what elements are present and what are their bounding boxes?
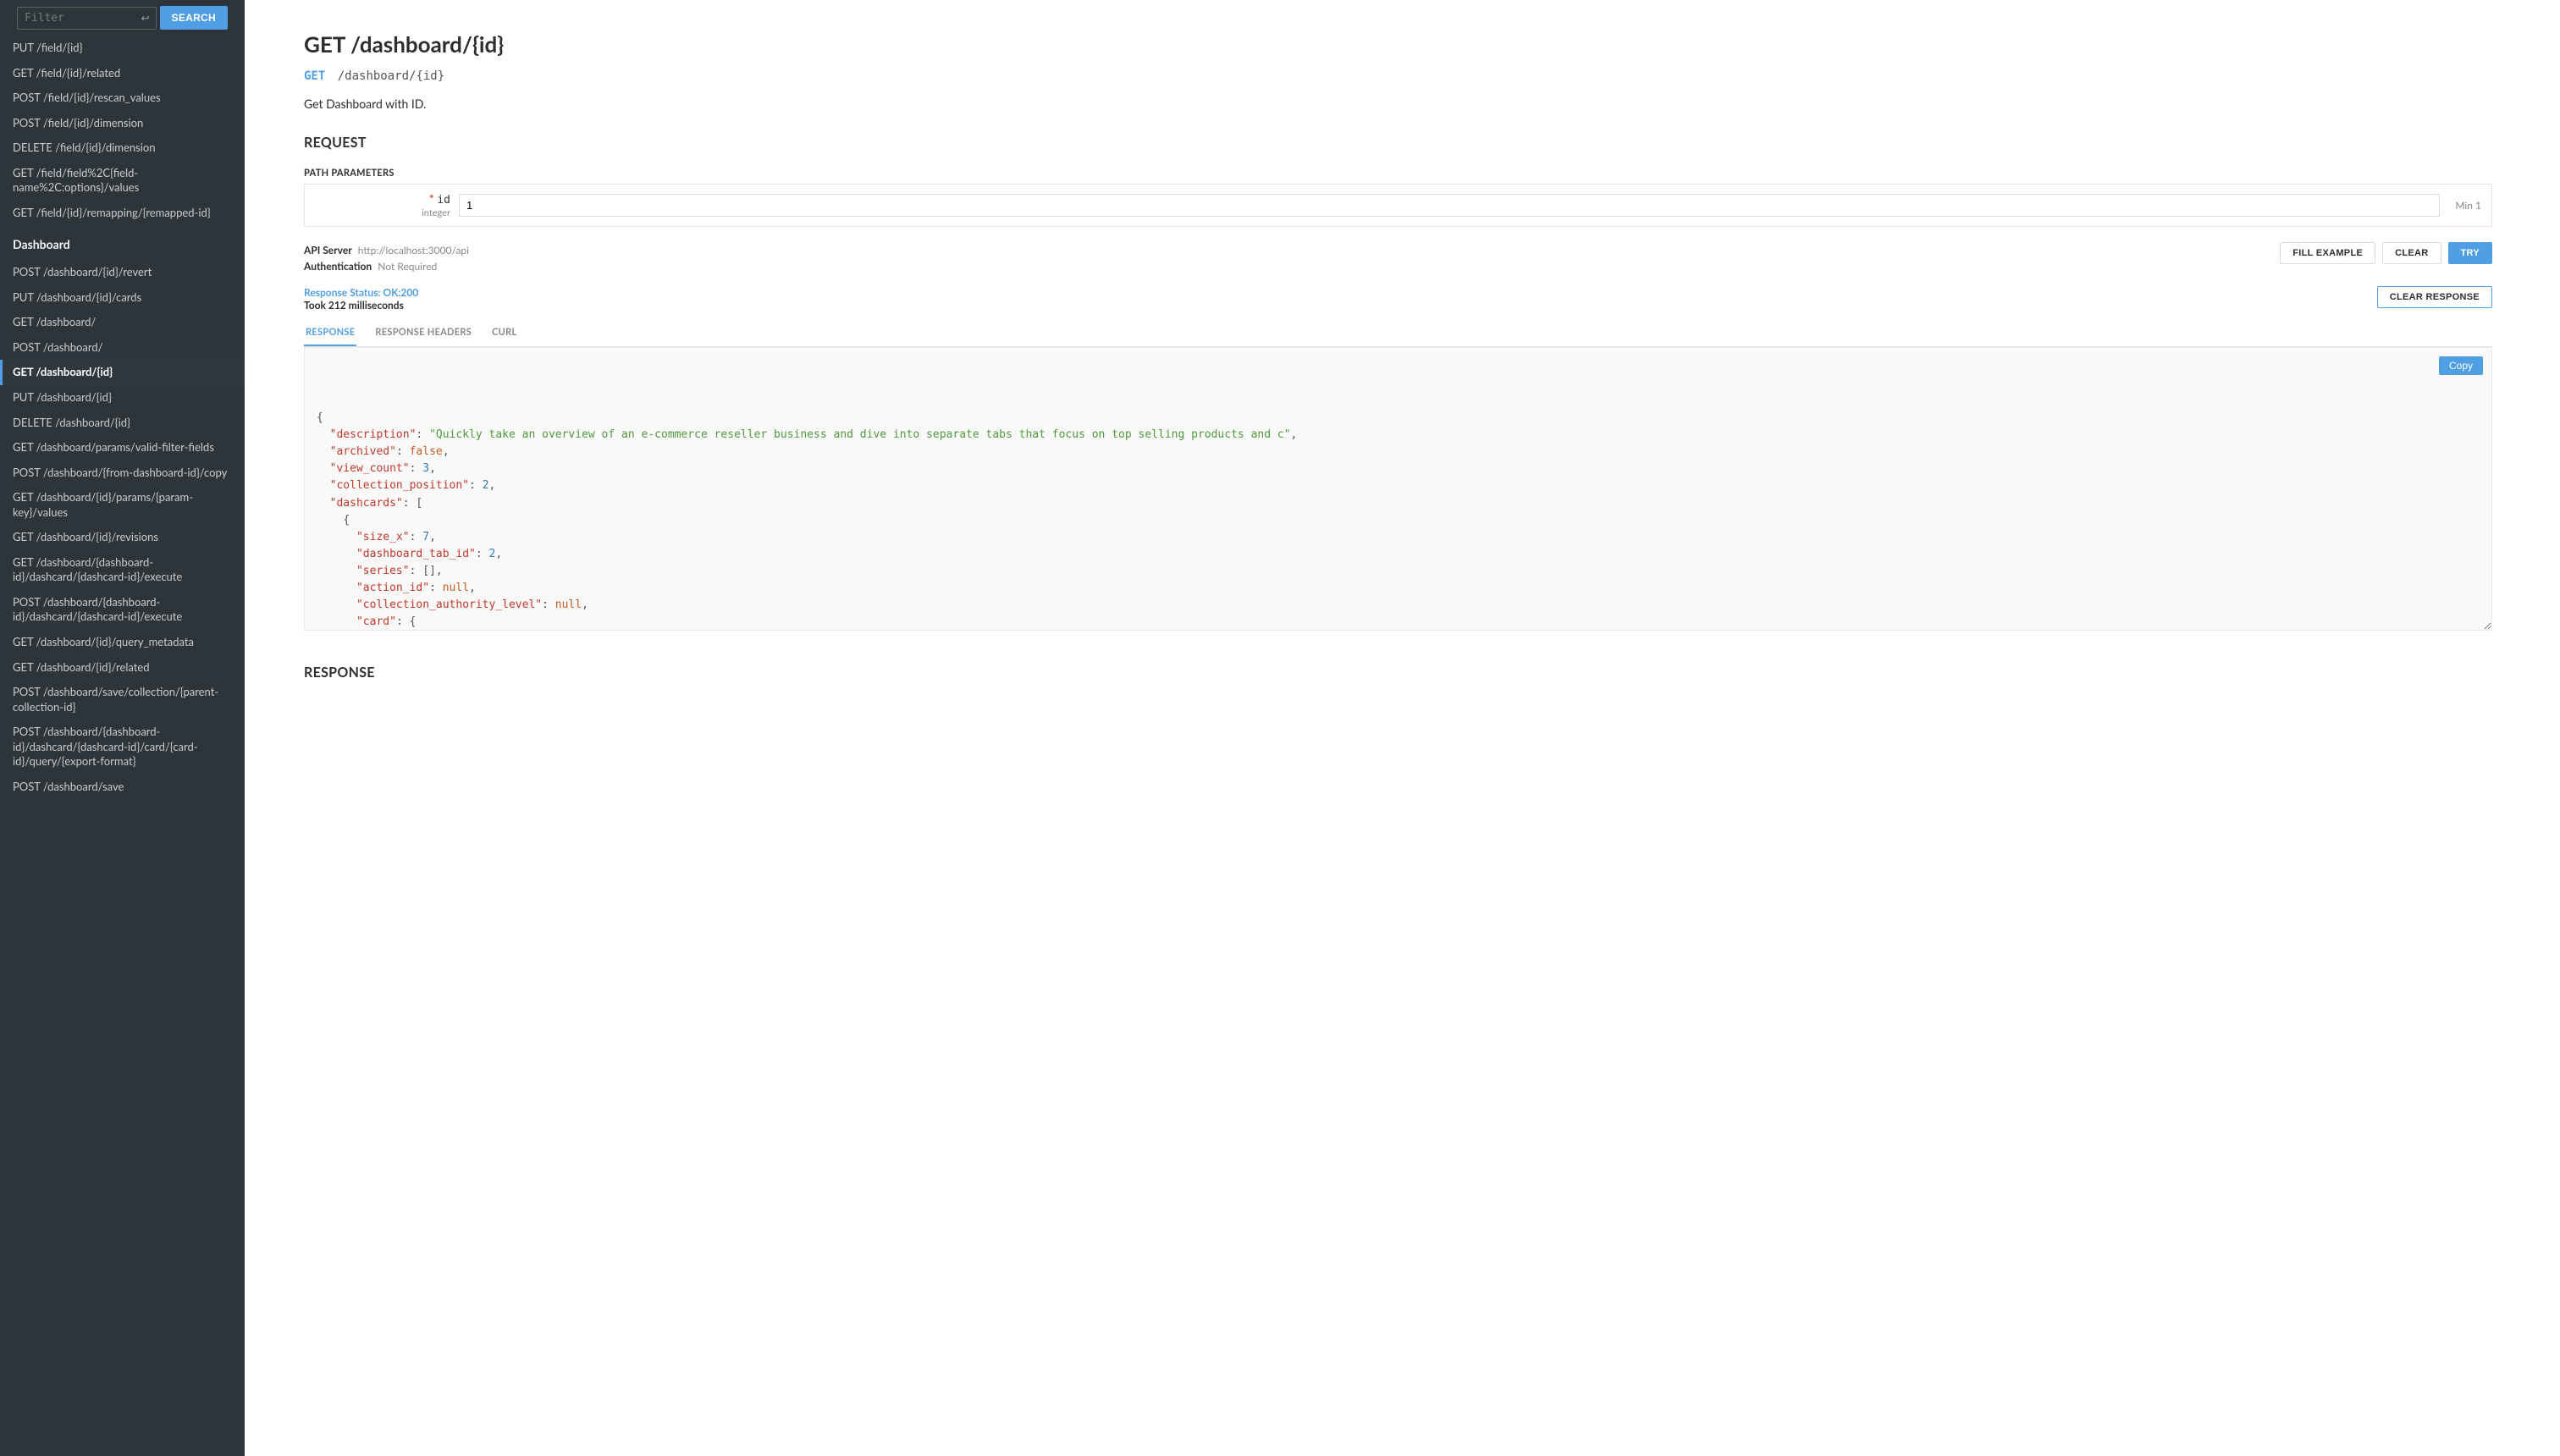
- nav-item[interactable]: GET /dashboard/{id}/params/{param-key}/v…: [0, 485, 245, 525]
- nav-item[interactable]: GET /field/field%2C{field-name%2C:option…: [0, 161, 245, 201]
- param-hint: Min 1: [2455, 199, 2481, 212]
- nav-item[interactable]: PUT /dashboard/{id}/cards: [0, 285, 245, 311]
- required-mark: *: [429, 191, 434, 206]
- sidebar: ↩ SEARCH PUT /field/{id}GET /field/{id}/…: [0, 0, 245, 1456]
- nav-item[interactable]: POST /field/{id}/rescan_values: [0, 85, 245, 111]
- response-tabs: RESPONSE RESPONSE HEADERS CURL: [304, 320, 2492, 347]
- nav-item[interactable]: GET /dashboard/{id}/query_metadata: [0, 630, 245, 655]
- main-content: GET /dashboard/{id} GET /dashboard/{id} …: [245, 0, 2560, 1456]
- param-name: id: [437, 194, 450, 207]
- nav-item[interactable]: PUT /field/{id}: [0, 36, 245, 61]
- tab-curl[interactable]: CURL: [490, 320, 518, 346]
- endpoint-nav: PUT /field/{id}GET /field/{id}/relatedPO…: [0, 36, 245, 816]
- auth-value: Not Required: [378, 260, 437, 273]
- nav-item[interactable]: POST /dashboard/: [0, 335, 245, 361]
- param-input-id[interactable]: [459, 194, 2440, 217]
- nav-item[interactable]: GET /field/{id}/remapping/{remapped-id}: [0, 201, 245, 226]
- clear-button[interactable]: CLEAR: [2382, 242, 2441, 264]
- filter-input[interactable]: [17, 7, 157, 30]
- nav-item[interactable]: DELETE /field/{id}/dimension: [0, 135, 245, 161]
- nav-item[interactable]: POST /dashboard/{dashboard-id}/dashcard/…: [0, 590, 245, 630]
- endpoint-description: Get Dashboard with ID.: [304, 97, 2492, 111]
- http-method: GET: [304, 69, 325, 83]
- auth-label: Authentication: [304, 260, 372, 273]
- nav-item[interactable]: GET /dashboard/{id}/related: [0, 655, 245, 681]
- run-row: API Server http://localhost:3000/api Aut…: [304, 242, 2492, 274]
- param-type: integer: [315, 207, 450, 219]
- path-params-label: PATH PARAMETERS: [304, 168, 2492, 179]
- search-button[interactable]: SEARCH: [160, 6, 228, 30]
- nav-item[interactable]: GET /field/{id}/related: [0, 61, 245, 86]
- try-button[interactable]: TRY: [2448, 242, 2493, 264]
- response-body-panel[interactable]: { "description": "Quickly take an overvi…: [304, 347, 2492, 631]
- nav-item[interactable]: POST /dashboard/save/collection/{parent-…: [0, 680, 245, 720]
- nav-section: Dashboard: [0, 225, 245, 260]
- nav-item[interactable]: DELETE /dashboard/{id}: [0, 411, 245, 436]
- response-timing: Took 212 milliseconds: [304, 299, 418, 312]
- status-block: Response Status: OK:200 Took 212 millise…: [304, 286, 418, 312]
- api-server-value: http://localhost:3000/api: [358, 244, 469, 256]
- response-status: Response Status: OK:200: [304, 286, 418, 299]
- nav-item[interactable]: POST /dashboard/save: [0, 775, 245, 800]
- tab-response[interactable]: RESPONSE: [304, 320, 356, 346]
- sidebar-header: ↩ SEARCH: [0, 0, 245, 36]
- nav-item[interactable]: PUT /dashboard/{id}: [0, 385, 245, 411]
- run-meta: API Server http://localhost:3000/api Aut…: [304, 242, 469, 274]
- api-server-label: API Server: [304, 244, 352, 256]
- nav-item[interactable]: POST /dashboard/{from-dashboard-id}/copy: [0, 461, 245, 486]
- fill-example-button[interactable]: FILL EXAMPLE: [2280, 242, 2375, 264]
- tab-response-headers[interactable]: RESPONSE HEADERS: [373, 320, 473, 346]
- copy-button[interactable]: Copy: [2439, 356, 2483, 375]
- param-meta: * id integer: [315, 191, 450, 219]
- response-heading: RESPONSE: [304, 665, 2492, 681]
- nav-item[interactable]: GET /dashboard/{dashboard-id}/dashcard/{…: [0, 550, 245, 590]
- nav-item[interactable]: GET /dashboard/{id}: [0, 360, 245, 385]
- nav-item[interactable]: GET /dashboard/{id}/revisions: [0, 525, 245, 550]
- method-path-line: GET /dashboard/{id}: [304, 69, 2492, 83]
- page-title: GET /dashboard/{id}: [304, 30, 2492, 58]
- nav-item[interactable]: POST /dashboard/{dashboard-id}/dashcard/…: [0, 720, 245, 775]
- clear-response-button[interactable]: CLEAR RESPONSE: [2377, 286, 2492, 308]
- nav-item[interactable]: POST /dashboard/{id}/revert: [0, 260, 245, 285]
- http-path: /dashboard/{id}: [338, 69, 444, 83]
- filter-input-wrap: ↩: [17, 7, 157, 30]
- status-row: Response Status: OK:200 Took 212 millise…: [304, 286, 2492, 312]
- nav-item[interactable]: POST /field/{id}/dimension: [0, 111, 245, 136]
- action-buttons: FILL EXAMPLE CLEAR TRY: [2280, 242, 2492, 264]
- path-params-box: * id integer Min 1: [304, 184, 2492, 227]
- nav-item[interactable]: GET /dashboard/: [0, 310, 245, 335]
- nav-item[interactable]: GET /dashboard/params/valid-filter-field…: [0, 435, 245, 461]
- request-heading: REQUEST: [304, 135, 2492, 151]
